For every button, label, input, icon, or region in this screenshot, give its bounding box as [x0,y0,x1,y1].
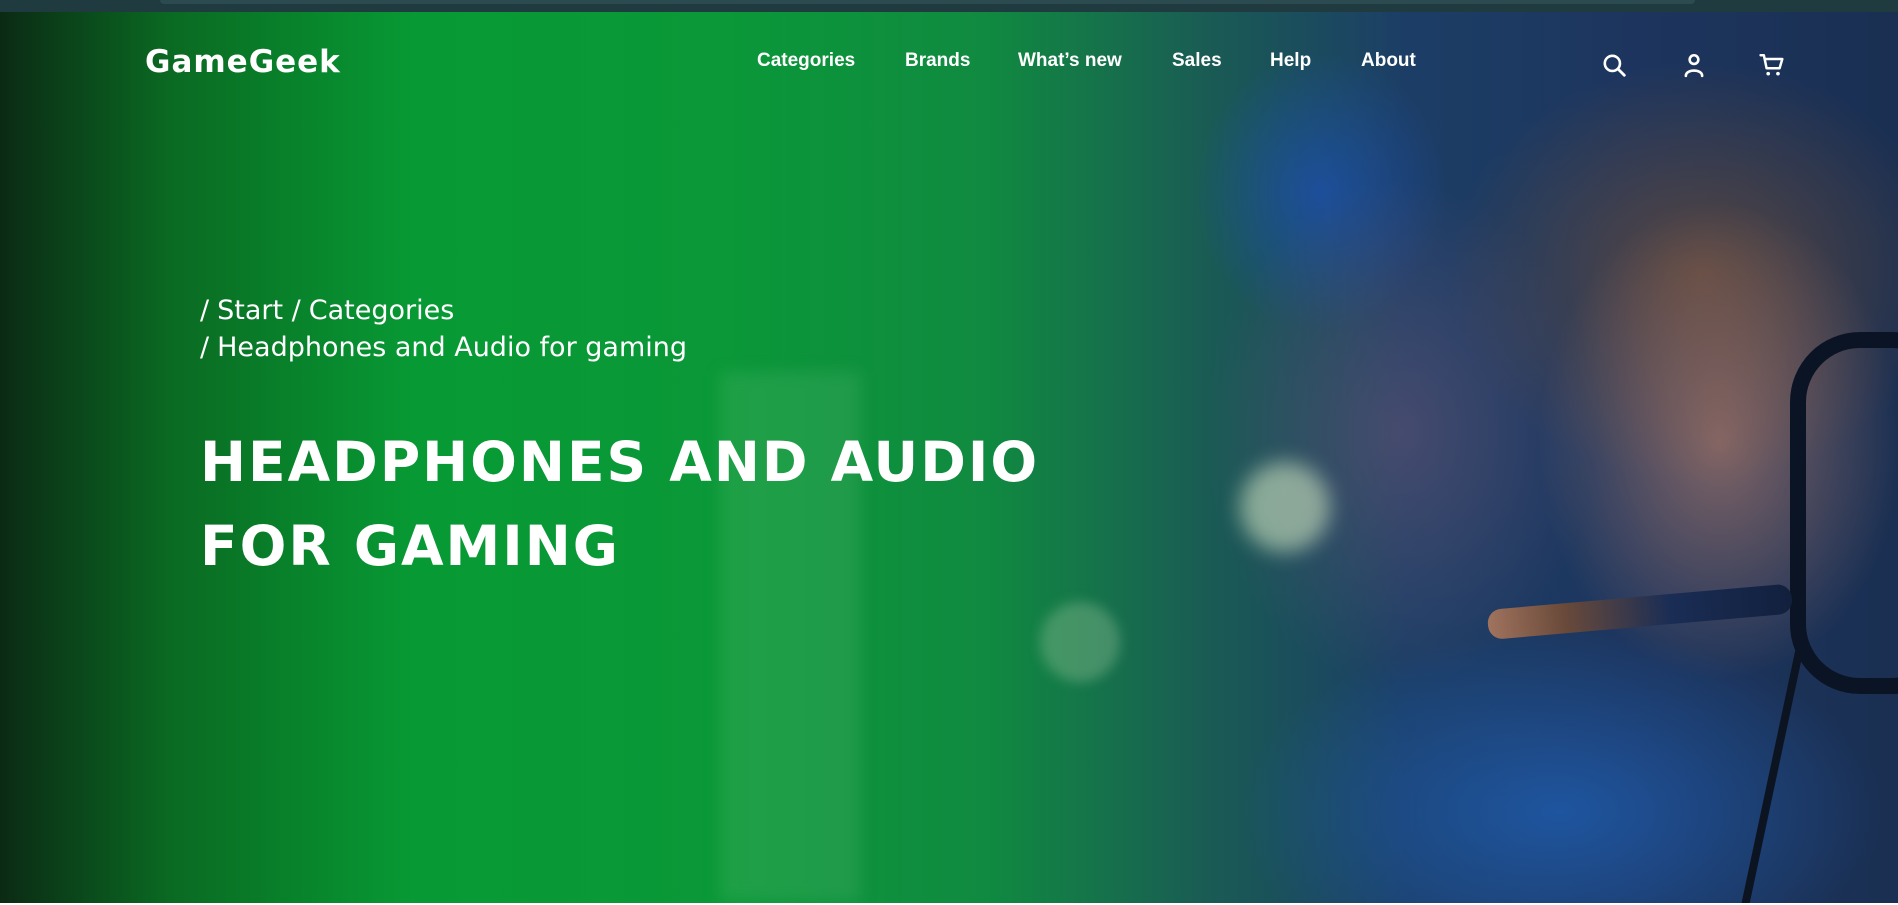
breadcrumb-line: / Headphones and Audio for gaming [200,329,687,366]
breadcrumb-separator: / [291,295,301,326]
headset-microphone [1486,583,1794,640]
breadcrumb-separator: / [200,295,210,326]
browser-top-strip [0,0,1898,12]
breadcrumb-separator: / [200,332,210,363]
nav-item-brands[interactable]: Brands [905,50,970,72]
nav-item-whats-new[interactable]: What’s new [1018,50,1122,72]
breadcrumb-line: / Start / Categories [200,292,687,329]
nav-item-categories[interactable]: Categories [757,50,855,72]
cart-button[interactable] [1759,52,1785,78]
top-navigation: GameGeek Categories Brands What’s new Sa… [0,12,1898,112]
page-title-line-2: FOR GAMING [200,514,620,578]
search-button[interactable] [1601,52,1627,78]
background-light [1240,462,1330,552]
headset-band [1790,332,1898,694]
search-icon [1603,54,1626,77]
page-title: HEADPHONES AND AUDIO FOR GAMING [200,420,1100,588]
breadcrumb-start[interactable]: Start [217,295,283,326]
breadcrumb-categories[interactable]: Categories [309,295,455,326]
background-light [1040,602,1120,682]
nav-item-about[interactable]: About [1361,50,1416,72]
nav-item-sales[interactable]: Sales [1172,50,1222,72]
cart-icon [1759,54,1784,76]
headset-cable [1738,651,1803,903]
breadcrumb: / Start / Categories / Headphones and Audio… [200,292,687,366]
nav-item-help[interactable]: Help [1270,50,1311,72]
breadcrumb-current-page: Headphones and Audio for gaming [217,332,687,363]
browser-tab-bar [160,0,1695,4]
page-title-line-1: HEADPHONES AND AUDIO [200,430,1040,494]
account-button[interactable] [1681,52,1707,78]
brand-logo[interactable]: GameGeek [145,44,341,80]
user-icon [1684,53,1704,78]
